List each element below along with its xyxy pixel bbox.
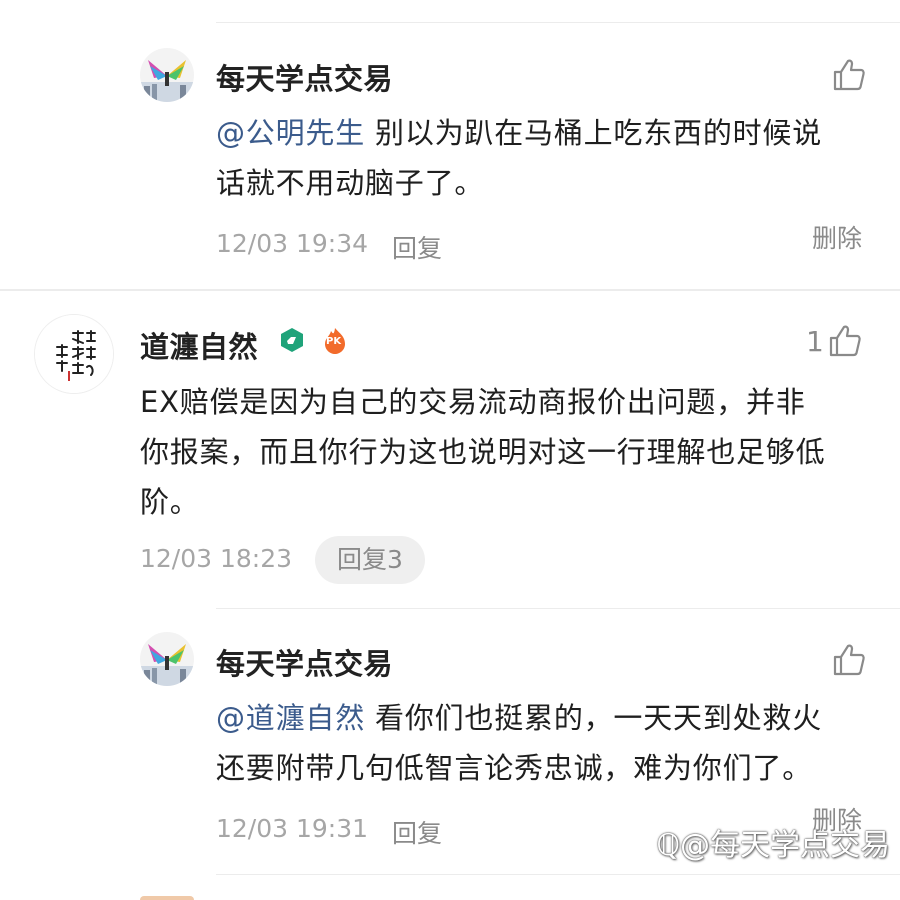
comment-text: @道瀍自然 看你们也挺累的，一天天到处救火 还要附带几句低智言论秀忠诚，难为你们… (216, 693, 876, 793)
comment-text: EX赔偿是因为自己的交易流动商报价出问题，并非 你报案，而且你行为这也说明对这一… (140, 377, 880, 527)
comment-author[interactable]: 每天学点交易 (216, 641, 393, 683)
comment-timestamp: 12/03 18:23 (140, 544, 293, 573)
like-button[interactable]: 1 (806, 324, 862, 358)
avatar-image (140, 632, 194, 686)
verified-badge-icon (281, 328, 303, 352)
comment-text: @公明先生 别以为趴在马桶上吃东西的时候说 话就不用动脑子了。 (216, 108, 876, 208)
comment-timestamp: 12/03 19:31 (216, 814, 369, 843)
like-count: 1 (806, 324, 824, 358)
comment-text-line: 阶。 (140, 485, 200, 519)
avatar[interactable] (140, 48, 194, 102)
avatar-image (140, 48, 194, 102)
reply-count-button[interactable]: 回复3 (315, 536, 425, 584)
like-button[interactable] (832, 58, 866, 92)
avatar[interactable] (140, 896, 194, 900)
comment-author[interactable]: 每天学点交易 (216, 56, 393, 98)
comment-text-line: 别以为趴在马桶上吃东西的时候说 (365, 116, 823, 150)
comment-text-line: 还要附带几句低智言论秀忠诚，难为你们了。 (216, 751, 813, 785)
avatar[interactable] (140, 632, 194, 686)
mention-link[interactable]: @公明先生 (216, 116, 365, 150)
comment-text-line: 话就不用动脑子了。 (216, 166, 485, 200)
thumbs-up-icon (833, 59, 865, 91)
avatar-image (35, 315, 113, 393)
watermark-logo-icon: ℚ (656, 828, 680, 863)
pk-badge: PK (321, 327, 349, 355)
reply-button[interactable]: 回复 (392, 229, 442, 265)
like-button[interactable] (832, 643, 866, 677)
thumbs-up-icon (833, 644, 865, 676)
watermark: ℚ@每天学点交易 (656, 820, 890, 864)
divider (216, 874, 900, 875)
avatar[interactable] (34, 314, 114, 394)
delete-button[interactable]: 删除 (812, 219, 862, 255)
watermark-text: @每天学点交易 (680, 828, 890, 863)
pk-badge-label: PK (326, 336, 342, 347)
divider (216, 22, 900, 23)
thumbs-up-icon (829, 325, 861, 357)
divider (216, 608, 900, 609)
comment-timestamp: 12/03 19:34 (216, 229, 369, 258)
comment-text-line: 看你们也挺累的，一天天到处救火 (365, 701, 823, 735)
reply-button[interactable]: 回复 (392, 814, 442, 850)
mention-link[interactable]: @道瀍自然 (216, 701, 365, 735)
comment-thread: 每天学点交易 @公明先生 别以为趴在马桶上吃东西的时候说 话就不用动脑子了。 1… (0, 0, 900, 900)
comment-text-line: 你报案，而且你行为这也说明对这一行理解也足够低 (140, 435, 826, 469)
comment-author[interactable]: 道瀍自然 (140, 324, 258, 366)
divider (0, 289, 900, 291)
comment-text-line: EX赔偿是因为自己的交易流动商报价出问题，并非 (140, 385, 806, 419)
